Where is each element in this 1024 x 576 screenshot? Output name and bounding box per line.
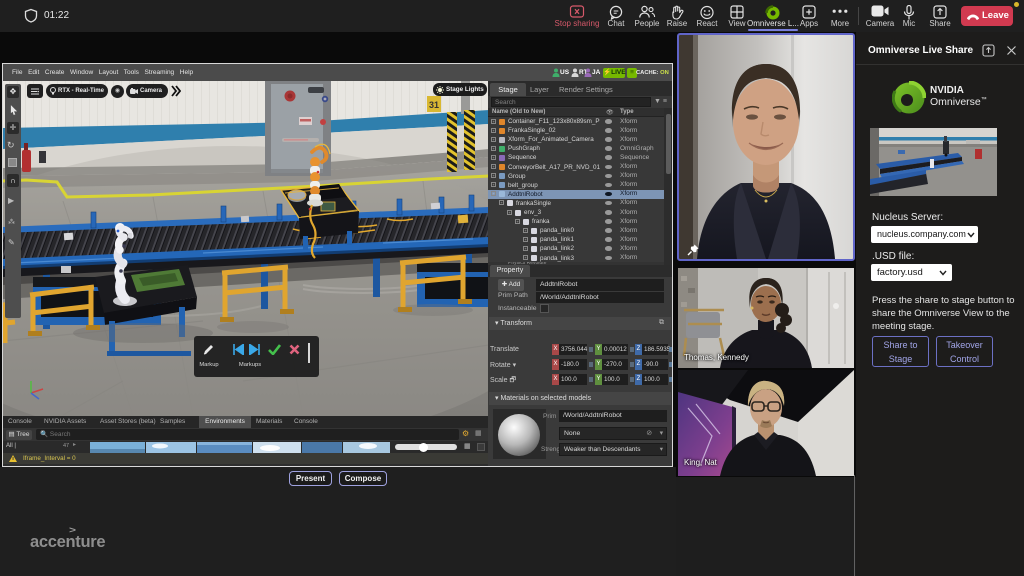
svg-text:31: 31 [429,100,439,110]
